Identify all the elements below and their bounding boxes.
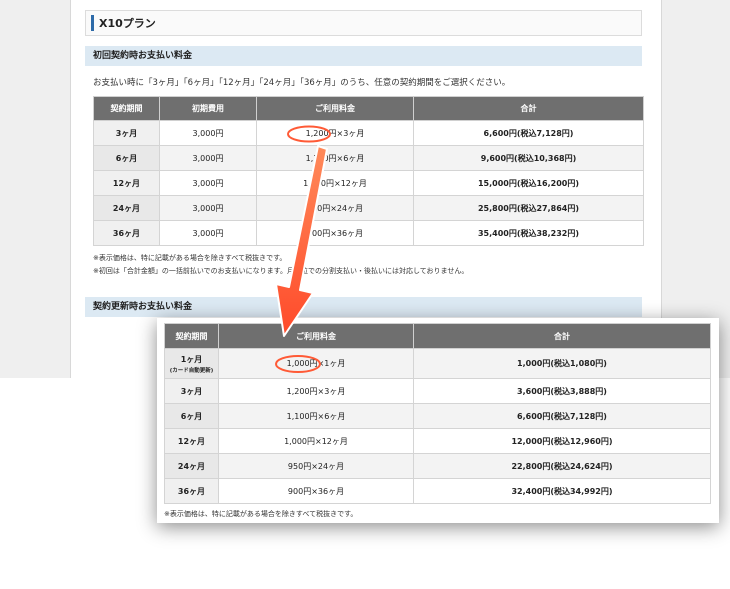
total-cell: 35,400円(税込38,232円) bbox=[413, 220, 644, 246]
total-cell: 32,400円(税込34,992円) bbox=[413, 478, 711, 504]
usage-fee-cell: 1,100円×6ヶ月 bbox=[256, 145, 414, 171]
period-cell: 6ヶ月 bbox=[93, 145, 160, 171]
plan-title-box: X10プラン bbox=[85, 10, 642, 36]
usage-fee-cell: 1,200円×3ヶ月 bbox=[256, 120, 414, 146]
initial-fee-cell: 3,000円 bbox=[159, 170, 257, 196]
table-row: 12ヶ月 1,000円×12ヶ月 12,000円(税込12,960円) bbox=[164, 428, 711, 454]
usage-fee-cell: 1,000円×12ヶ月 bbox=[218, 428, 414, 454]
period-cell: 12ヶ月 bbox=[164, 428, 219, 454]
initial-fee-cell: 3,000円 bbox=[159, 145, 257, 171]
usage-fee-cell: 1,200円×3ヶ月 bbox=[218, 378, 414, 404]
plan-title: X10プラン bbox=[99, 17, 156, 30]
total-cell: 15,000円(税込16,200円) bbox=[413, 170, 644, 196]
total-cell: 25,800円(税込27,864円) bbox=[413, 195, 644, 221]
period-cell: 24ヶ月 bbox=[93, 195, 160, 221]
total-cell: 12,000円(税込12,960円) bbox=[413, 428, 711, 454]
panel-tax-note: ※表示価格は、特に記載がある場合を除きすべて税抜きです。 bbox=[164, 510, 358, 518]
column-header: ご利用料金 bbox=[256, 96, 414, 121]
renewal-fee-table: 契約期間 ご利用料金 合計 1ヶ月 (カード自動更新) 1,000円×1ヶ月 1… bbox=[164, 323, 711, 504]
period-cell: 1ヶ月 (カード自動更新) bbox=[164, 348, 219, 379]
table-row: 1ヶ月 (カード自動更新) 1,000円×1ヶ月 1,000円(税込1,080円… bbox=[164, 348, 711, 379]
usage-fee-cell: 1,100円×6ヶ月 bbox=[218, 403, 414, 429]
title-accent-bar bbox=[91, 15, 94, 31]
table-header-row: 契約期間 ご利用料金 合計 bbox=[164, 323, 711, 349]
table-row: 3ヶ月 3,000円 1,200円×3ヶ月 6,600円(税込7,128円) bbox=[93, 120, 644, 146]
table-row: 36ヶ月 3,000円 900円×36ヶ月 35,400円(税込38,232円) bbox=[93, 220, 644, 246]
tax-note: ※表示価格は、特に記載がある場合を除きすべて税抜きです。 bbox=[93, 254, 287, 262]
initial-fee-notes: ※表示価格は、特に記載がある場合を除きすべて税抜きです。 ※初回は「合計金額」の… bbox=[93, 252, 468, 278]
total-cell: 9,600円(税込10,368円) bbox=[413, 145, 644, 171]
screenshot-stage: X10プラン 初回契約時お支払い料金 お支払い時に「3ヶ月」「6ヶ月」「12ヶ月… bbox=[0, 0, 730, 589]
initial-fee-heading: 初回契約時お支払い料金 bbox=[85, 46, 642, 66]
column-header: 契約期間 bbox=[164, 323, 219, 349]
table-header-row: 契約期間 初期費用 ご利用料金 合計 bbox=[93, 96, 644, 121]
column-header: 契約期間 bbox=[93, 96, 160, 121]
initial-fee-table: 契約期間 初期費用 ご利用料金 合計 3ヶ月 3,000円 1,200円×3ヶ月… bbox=[93, 96, 644, 246]
column-header: 初期費用 bbox=[159, 96, 257, 121]
period-cell: 3ヶ月 bbox=[164, 378, 219, 404]
initial-fee-cell: 3,000円 bbox=[159, 120, 257, 146]
usage-fee-cell: 1,000円×1ヶ月 bbox=[218, 348, 414, 379]
table-row: 24ヶ月 3,000円 950円×24ヶ月 25,800円(税込27,864円) bbox=[93, 195, 644, 221]
usage-fee-cell: 900円×36ヶ月 bbox=[218, 478, 414, 504]
renewal-fee-heading: 契約更新時お支払い料金 bbox=[85, 297, 642, 317]
period-cell: 36ヶ月 bbox=[93, 220, 160, 246]
total-cell: 6,600円(税込7,128円) bbox=[413, 120, 644, 146]
prepayment-note: ※初回は「合計金額」の一括前払いでのお支払いになります。月単位での分割支払い・後… bbox=[93, 267, 469, 275]
usage-fee-cell: 900円×36ヶ月 bbox=[256, 220, 414, 246]
auto-renewal-label: (カード自動更新) bbox=[169, 367, 214, 374]
table-row: 6ヶ月 3,000円 1,100円×6ヶ月 9,600円(税込10,368円) bbox=[93, 145, 644, 171]
table-row: 24ヶ月 950円×24ヶ月 22,800円(税込24,624円) bbox=[164, 453, 711, 479]
renewal-fee-panel: 契約期間 ご利用料金 合計 1ヶ月 (カード自動更新) 1,000円×1ヶ月 1… bbox=[157, 318, 719, 523]
total-cell: 6,600円(税込7,128円) bbox=[413, 403, 711, 429]
period-label: 1ヶ月 bbox=[180, 354, 203, 364]
usage-fee-cell: 950円×24ヶ月 bbox=[218, 453, 414, 479]
initial-fee-cell: 3,000円 bbox=[159, 220, 257, 246]
period-cell: 36ヶ月 bbox=[164, 478, 219, 504]
column-header: 合計 bbox=[413, 323, 711, 349]
table-row: 12ヶ月 3,000円 1,000円×12ヶ月 15,000円(税込16,200… bbox=[93, 170, 644, 196]
period-cell: 12ヶ月 bbox=[93, 170, 160, 196]
initial-fee-cell: 3,000円 bbox=[159, 195, 257, 221]
table-row: 3ヶ月 1,200円×3ヶ月 3,600円(税込3,888円) bbox=[164, 378, 711, 404]
total-cell: 3,600円(税込3,888円) bbox=[413, 378, 711, 404]
table-row: 6ヶ月 1,100円×6ヶ月 6,600円(税込7,128円) bbox=[164, 403, 711, 429]
usage-fee-cell: 1,000円×12ヶ月 bbox=[256, 170, 414, 196]
period-cell: 6ヶ月 bbox=[164, 403, 219, 429]
column-header: ご利用料金 bbox=[218, 323, 414, 349]
column-header: 合計 bbox=[413, 96, 644, 121]
total-cell: 1,000円(税込1,080円) bbox=[413, 348, 711, 379]
total-cell: 22,800円(税込24,624円) bbox=[413, 453, 711, 479]
period-selection-intro: お支払い時に「3ヶ月」「6ヶ月」「12ヶ月」「24ヶ月」「36ヶ月」のうち、任意… bbox=[93, 78, 511, 88]
usage-fee-cell: 950円×24ヶ月 bbox=[256, 195, 414, 221]
period-cell: 24ヶ月 bbox=[164, 453, 219, 479]
period-cell: 3ヶ月 bbox=[93, 120, 160, 146]
table-row: 36ヶ月 900円×36ヶ月 32,400円(税込34,992円) bbox=[164, 478, 711, 504]
